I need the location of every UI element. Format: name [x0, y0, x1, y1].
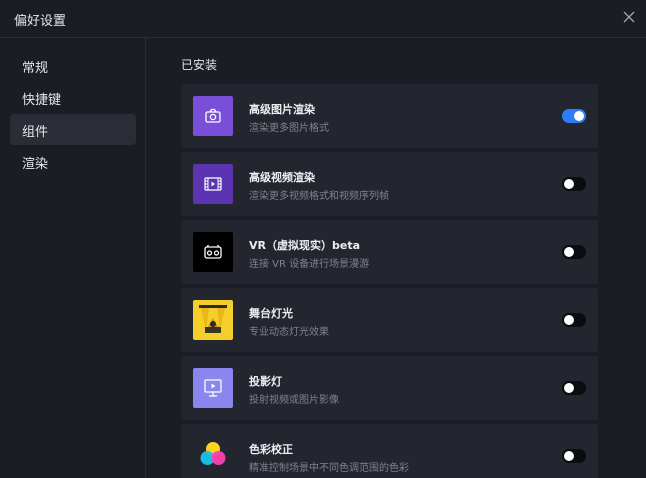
vr-headset-icon	[204, 244, 222, 259]
section-title: 已安装	[181, 58, 218, 72]
plugin-toggle-vr[interactable]	[562, 245, 586, 259]
title-bar: 偏好设置	[0, 0, 646, 38]
plugin-description: 连接 VR 设备进行场景漫游	[249, 259, 370, 270]
sidebar-item-rendering[interactable]: 渲染	[10, 146, 136, 177]
stage-light-icon	[199, 305, 227, 333]
toggle-knob	[564, 179, 574, 189]
plugin-thumbnail	[193, 436, 233, 476]
sidebar-item-shortcuts[interactable]: 快捷键	[10, 82, 136, 113]
plugin-toggle-color-correction[interactable]	[562, 449, 586, 463]
plugin-title: VR（虚拟现实）beta	[249, 239, 360, 252]
sidebar-item-label: 渲染	[22, 157, 49, 172]
plugin-description: 渲染更多图片格式	[249, 123, 329, 134]
close-icon[interactable]	[622, 10, 636, 24]
plugin-card-advanced-video: 高级视频渲染 渲染更多视频格式和视频序列帧	[181, 152, 598, 216]
plugin-description: 投射视频或图片影像	[249, 395, 339, 406]
sidebar-item-general[interactable]: 常规	[10, 50, 136, 81]
plugin-thumbnail	[193, 300, 233, 340]
toggle-knob	[564, 451, 574, 461]
plugin-card-projector: 投影灯 投射视频或图片影像	[181, 356, 598, 420]
plugin-title: 投影灯	[249, 375, 282, 388]
sidebar: 常规 快捷键 组件 渲染	[0, 38, 146, 478]
sidebar-item-label: 组件	[22, 125, 49, 140]
plugin-toggle-advanced-image[interactable]	[562, 109, 586, 123]
plugin-title: 色彩校正	[249, 443, 293, 456]
plugin-description: 精准控制场景中不同色调范围的色彩	[249, 463, 409, 474]
plugin-title: 高级视频渲染	[249, 171, 315, 184]
plugin-toggle-projector[interactable]	[562, 381, 586, 395]
window-title: 偏好设置	[14, 14, 67, 29]
plugin-toggle-advanced-video[interactable]	[562, 177, 586, 191]
plugin-description: 专业动态灯光效果	[249, 327, 329, 338]
plugin-thumbnail	[193, 164, 233, 204]
plugin-card-advanced-image: 高级图片渲染 渲染更多图片格式	[181, 84, 598, 148]
plugin-card-color-correction: 色彩校正 精准控制场景中不同色调范围的色彩	[181, 424, 598, 478]
plugin-toggle-stage-lighting[interactable]	[562, 313, 586, 327]
camera-icon	[205, 108, 221, 123]
plugin-thumbnail	[193, 368, 233, 408]
projector-icon	[204, 379, 222, 397]
sidebar-item-label: 常规	[22, 61, 49, 76]
plugin-thumbnail	[193, 96, 233, 136]
preferences-window: 偏好设置 常规 快捷键 组件 渲染 已安装 高级图片渲染 渲染更多图片格式 高级…	[0, 0, 646, 478]
plugin-panel: 已安装 高级图片渲染 渲染更多图片格式 高级视频渲染 渲染更多视频格式和视频序列…	[146, 38, 646, 478]
color-wheel-icon	[200, 442, 226, 465]
plugin-card-vr: VR（虚拟现实）beta 连接 VR 设备进行场景漫游	[181, 220, 598, 284]
toggle-knob	[564, 383, 574, 393]
plugin-description: 渲染更多视频格式和视频序列帧	[249, 191, 389, 202]
plugin-title: 高级图片渲染	[249, 103, 315, 116]
toggle-knob	[564, 247, 574, 257]
film-icon	[204, 177, 222, 191]
plugin-card-stage-lighting: 舞台灯光 专业动态灯光效果	[181, 288, 598, 352]
toggle-knob	[564, 315, 574, 325]
plugin-title: 舞台灯光	[249, 307, 293, 320]
plugin-thumbnail	[193, 232, 233, 272]
toggle-knob	[574, 111, 584, 121]
sidebar-item-label: 快捷键	[22, 93, 62, 108]
sidebar-item-components[interactable]: 组件	[10, 114, 136, 145]
